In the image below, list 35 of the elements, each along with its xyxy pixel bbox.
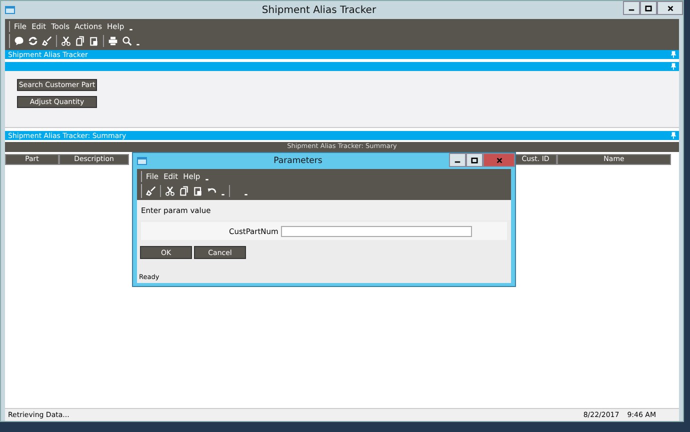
pin-icon[interactable] — [671, 132, 676, 139]
window-title: Shipment Alias Tracker — [260, 4, 378, 16]
broom-icon[interactable] — [146, 186, 156, 196]
scissors-icon[interactable] — [61, 36, 71, 46]
printer-icon[interactable] — [108, 36, 118, 46]
paste-icon[interactable] — [89, 36, 99, 46]
refresh-icon[interactable] — [28, 36, 38, 46]
copy-icon[interactable] — [75, 36, 85, 46]
close-button[interactable] — [483, 153, 515, 167]
close-icon — [666, 4, 674, 12]
maximize-icon — [645, 4, 652, 12]
caret-icon[interactable] — [136, 44, 140, 46]
minimize-button[interactable] — [623, 1, 640, 15]
app-icon — [5, 5, 15, 15]
maximize-icon — [471, 156, 478, 164]
speech-bubble-icon[interactable] — [14, 36, 24, 46]
copy-icon[interactable] — [179, 186, 189, 196]
input-field[interactable] — [281, 226, 472, 236]
close-icon — [496, 156, 502, 164]
magnifier-icon[interactable] — [122, 36, 132, 46]
caret-icon[interactable] — [205, 179, 210, 181]
paste-icon[interactable] — [193, 186, 203, 196]
broom-icon[interactable] — [42, 36, 52, 46]
minimize-button[interactable] — [449, 153, 466, 167]
dialog-title: Parameters — [272, 156, 324, 166]
app-icon — [137, 156, 147, 166]
caret-icon[interactable] — [244, 194, 248, 196]
close-button[interactable] — [657, 1, 683, 15]
pin-icon[interactable] — [671, 51, 676, 58]
maximize-button[interactable] — [466, 153, 483, 167]
pin-icon[interactable] — [671, 63, 676, 70]
scissors-icon[interactable] — [165, 186, 175, 196]
caret-icon[interactable] — [129, 29, 134, 31]
maximize-button[interactable] — [640, 1, 657, 15]
caret-icon[interactable] — [221, 194, 225, 196]
